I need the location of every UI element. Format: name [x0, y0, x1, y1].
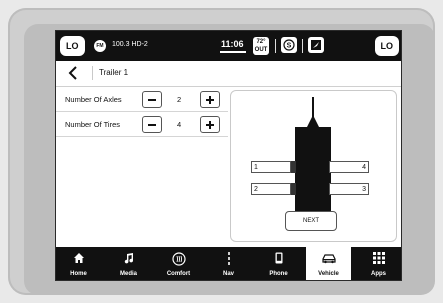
- steering-heat-icon: [171, 252, 186, 266]
- fm-band-badge: FM: [94, 40, 106, 52]
- axles-setting-row: Number Of Axles 2: [56, 87, 228, 112]
- touchscreen: LO FM 100.3 HD-2 11:06 72° OUT S LO Trai…: [55, 30, 402, 281]
- tires-setting-row: Number Of Tires 4: [56, 112, 228, 137]
- next-button[interactable]: NEXT: [285, 211, 337, 231]
- compass-icon[interactable]: [308, 37, 324, 53]
- trailer-tire-diagram: 1 4 2 3 NEXT: [230, 90, 397, 242]
- axles-label: Number Of Axles: [65, 95, 122, 104]
- outside-temp-label: OUT: [254, 47, 268, 53]
- nav-phone[interactable]: Phone: [256, 247, 301, 280]
- axles-decrease-button[interactable]: [142, 91, 162, 108]
- music-note-icon: [124, 253, 133, 264]
- plus-icon: [206, 95, 214, 104]
- nav-phone-label: Phone: [269, 271, 288, 277]
- tire-position-2[interactable]: 2: [251, 183, 291, 195]
- outside-temp-badge: 72° OUT: [253, 37, 269, 55]
- phone-icon: [275, 252, 282, 264]
- passenger-temp-button[interactable]: LO: [374, 36, 399, 56]
- nav-nav-label: Nav: [222, 271, 234, 277]
- minus-icon: [148, 123, 156, 126]
- bottom-nav-bar: Home Media Comfort Nav Phone Vehicle App…: [56, 247, 401, 280]
- page-title: Trailer 1: [99, 68, 129, 77]
- tires-label: Number Of Tires: [65, 120, 121, 129]
- chevron-left-icon: [68, 66, 77, 80]
- nav-vehicle-label: Vehicle: [318, 271, 339, 277]
- home-icon: [73, 253, 84, 263]
- nav-apps-label: Apps: [371, 271, 386, 277]
- tires-increase-button[interactable]: [200, 116, 220, 133]
- back-button[interactable]: [66, 65, 82, 81]
- car-icon: [321, 254, 336, 264]
- tire-position-4[interactable]: 4: [329, 161, 369, 173]
- driver-temp-button[interactable]: LO: [60, 36, 85, 56]
- nav-home[interactable]: Home: [56, 247, 101, 280]
- axles-increase-button[interactable]: [200, 91, 220, 108]
- minus-icon: [148, 98, 156, 101]
- plus-icon: [206, 120, 214, 129]
- status-divider: [302, 39, 303, 53]
- road-icon: [227, 252, 230, 265]
- sirius-icon[interactable]: S: [281, 37, 297, 53]
- axles-value: 2: [177, 95, 182, 104]
- svg-text:S: S: [287, 43, 292, 50]
- clock-underline: [220, 51, 246, 53]
- nav-media-label: Media: [119, 271, 137, 277]
- grid-icon: [372, 252, 385, 264]
- tire-position-3[interactable]: 3: [329, 183, 369, 195]
- nav-comfort[interactable]: Comfort: [156, 247, 201, 280]
- status-divider: [275, 39, 276, 53]
- clock: 11:06: [221, 39, 244, 49]
- status-bar: LO FM 100.3 HD-2 11:06 72° OUT S LO: [56, 31, 401, 61]
- nav-home-label: Home: [70, 271, 87, 277]
- nav-vehicle[interactable]: Vehicle: [306, 247, 351, 280]
- tires-value: 4: [177, 120, 182, 129]
- nav-apps[interactable]: Apps: [356, 247, 401, 280]
- outside-temp-value: 72°: [256, 39, 266, 45]
- radio-station-label: 100.3 HD-2: [112, 41, 148, 48]
- title-divider: [92, 66, 93, 80]
- title-bar: Trailer 1: [56, 61, 401, 87]
- nav-media[interactable]: Media: [106, 247, 151, 280]
- tires-decrease-button[interactable]: [142, 116, 162, 133]
- nav-comfort-label: Comfort: [166, 271, 191, 277]
- nav-nav[interactable]: Nav: [206, 247, 251, 280]
- tire-position-1[interactable]: 1: [251, 161, 291, 173]
